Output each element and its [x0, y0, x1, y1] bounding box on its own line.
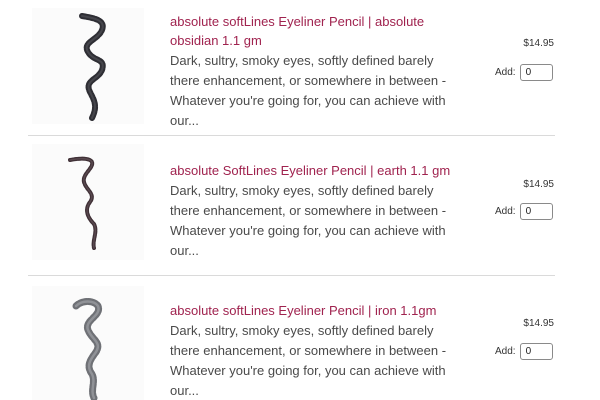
quantity-input[interactable]: [519, 64, 553, 81]
add-label: Add:: [495, 67, 516, 78]
product-description: Dark, sultry, smoky eyes, softly defined…: [170, 53, 447, 128]
product-image[interactable]: [32, 8, 144, 124]
add-label: Add:: [495, 346, 516, 357]
eyeliner-swatch-icon: [68, 156, 98, 250]
product-row: absolute SoftLines Eyeliner Pencil | ear…: [0, 140, 600, 280]
product-image[interactable]: [32, 286, 144, 400]
product-row: absolute softLines Eyeliner Pencil | abs…: [0, 0, 600, 140]
add-to-cart-group: Add:: [495, 343, 553, 360]
product-price: $14.95: [523, 38, 554, 49]
product-price: $14.95: [523, 179, 554, 190]
add-label: Add:: [495, 206, 516, 217]
product-row: absolute softLines Eyeliner Pencil | iro…: [0, 280, 600, 400]
row-divider: [28, 135, 555, 136]
row-divider: [28, 275, 555, 276]
product-description: Dark, sultry, smoky eyes, softly defined…: [170, 183, 447, 258]
quantity-input[interactable]: [519, 343, 553, 360]
product-list: absolute softLines Eyeliner Pencil | abs…: [0, 0, 600, 400]
product-title-link[interactable]: absolute softLines Eyeliner Pencil | abs…: [170, 12, 460, 50]
product-title-link[interactable]: absolute softLines Eyeliner Pencil | iro…: [170, 301, 460, 320]
add-to-cart-group: Add:: [495, 203, 553, 220]
add-to-cart-group: Add:: [495, 64, 553, 81]
product-title-link[interactable]: absolute SoftLines Eyeliner Pencil | ear…: [170, 161, 460, 180]
product-description: Dark, sultry, smoky eyes, softly defined…: [170, 323, 447, 398]
product-price: $14.95: [523, 318, 554, 329]
product-image[interactable]: [32, 144, 144, 260]
quantity-input[interactable]: [519, 203, 553, 220]
eyeliner-swatch-icon: [79, 13, 106, 121]
eyeliner-swatch-icon: [72, 298, 103, 400]
